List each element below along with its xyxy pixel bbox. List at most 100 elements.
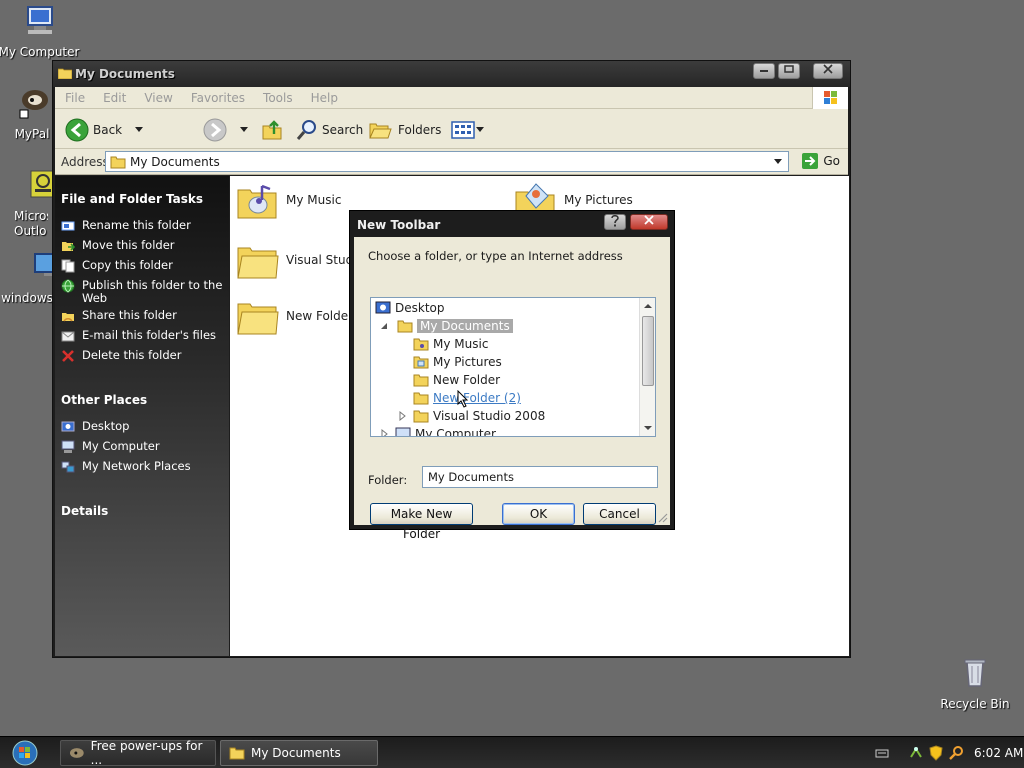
question-icon	[611, 214, 619, 227]
tree-scrollbar[interactable]	[639, 298, 655, 436]
search-button[interactable]: Search	[295, 117, 363, 143]
menu-edit[interactable]: Edit	[93, 87, 134, 105]
tree-item-desktop[interactable]: Desktop	[375, 299, 445, 317]
task-email-files[interactable]: E-mail this folder's files	[61, 329, 227, 343]
forward-arrow-icon	[203, 118, 227, 142]
network-tray-icon[interactable]	[908, 745, 924, 761]
tree-label: My Pictures	[433, 355, 502, 369]
file-item[interactable]: My Music	[236, 180, 341, 220]
folder-icon	[229, 747, 245, 760]
menu-file[interactable]: File	[55, 87, 93, 105]
scroll-down-icon[interactable]	[640, 421, 656, 435]
menu-tools[interactable]: Tools	[253, 87, 301, 105]
taskbar-item-my-documents[interactable]: My Documents	[220, 740, 378, 766]
mypal-icon	[19, 90, 48, 119]
folder-tree[interactable]: Desktop My Documents My Music My Picture…	[370, 297, 656, 437]
scroll-thumb[interactable]	[642, 316, 654, 386]
chevron-down-icon[interactable]	[237, 126, 251, 134]
file-item[interactable]: New Folder	[236, 296, 353, 336]
tree-label-selected: My Documents	[417, 319, 513, 333]
make-new-folder-button[interactable]: Make New Folder	[370, 503, 473, 541]
file-folder-tasks-heading[interactable]: File and Folder Tasks	[61, 192, 203, 206]
place-network[interactable]: My Network Places	[61, 460, 227, 474]
task-copy-folder[interactable]: Copy this folder	[61, 259, 227, 273]
desktop-icon	[61, 421, 75, 432]
folder-input[interactable]: My Documents	[422, 466, 658, 488]
menu-view[interactable]: View	[134, 87, 180, 105]
place-desktop[interactable]: Desktop	[61, 420, 227, 434]
delete-icon	[62, 350, 74, 362]
computer-icon	[61, 440, 75, 453]
shield-icon[interactable]	[928, 745, 944, 761]
minimize-button[interactable]	[753, 63, 775, 79]
file-item[interactable]: Visual Studi	[236, 240, 357, 280]
up-folder-icon	[262, 120, 282, 140]
task-share-folder[interactable]: Share this folder	[61, 309, 227, 323]
search-icon[interactable]	[948, 745, 964, 761]
task-label: Move this folder	[82, 238, 175, 252]
ok-button[interactable]: OK	[502, 503, 575, 525]
dialog-instruction: Choose a folder, or type an Internet add…	[368, 249, 623, 263]
folder-icon	[58, 68, 72, 79]
folders-button[interactable]: Folders	[368, 117, 441, 143]
desktop-icon-my-computer[interactable]: My Computer	[0, 4, 84, 59]
place-my-computer[interactable]: My Computer	[61, 440, 227, 454]
back-button[interactable]: Back	[65, 117, 146, 143]
task-move-folder[interactable]: Move this folder	[61, 239, 227, 253]
tree-item-my-music[interactable]: My Music	[413, 335, 488, 353]
standard-toolbar: Back Search Folders	[55, 109, 848, 149]
clock[interactable]: 6:02 AM	[974, 746, 1023, 760]
taskbar-item-browser[interactable]: Free power-ups for ...	[60, 739, 216, 767]
network-icon	[61, 461, 75, 473]
mouse-cursor-icon	[457, 390, 469, 408]
details-heading[interactable]: Details	[61, 504, 108, 518]
task-label: Copy this folder	[82, 258, 173, 272]
taskbar-item-label: My Documents	[251, 746, 341, 760]
tree-item-visual-studio[interactable]: Visual Studio 2008	[397, 407, 545, 425]
forward-button[interactable]	[203, 117, 251, 143]
collapse-arrow-icon[interactable]	[379, 321, 389, 331]
tree-item-new-folder[interactable]: New Folder	[413, 371, 500, 389]
dialog-close-button[interactable]	[630, 214, 668, 230]
close-button[interactable]	[813, 63, 843, 79]
share-icon	[62, 313, 74, 322]
pictures-folder-icon	[413, 356, 429, 369]
task-rename-folder[interactable]: Rename this folder	[61, 219, 227, 233]
chevron-down-icon[interactable]	[475, 126, 485, 134]
task-delete-folder[interactable]: Delete this folder	[61, 349, 227, 363]
chevron-down-icon[interactable]	[132, 126, 146, 134]
windows-orb-icon	[12, 740, 38, 766]
task-publish-folder[interactable]: Publish this folder to the Web	[61, 279, 227, 305]
folders-icon	[369, 123, 392, 139]
chevron-down-icon[interactable]	[772, 158, 784, 166]
start-button[interactable]	[4, 739, 46, 767]
back-label: Back	[93, 123, 123, 137]
keyboard-icon[interactable]	[874, 745, 890, 761]
tree-item-my-documents[interactable]: My Documents	[379, 317, 513, 335]
resize-grip-icon[interactable]	[656, 511, 668, 523]
menu-favorites[interactable]: Favorites	[181, 87, 253, 105]
explorer-titlebar[interactable]: My Documents	[53, 61, 850, 87]
dialog-title: New Toolbar	[357, 218, 441, 232]
go-button[interactable]: Go	[801, 152, 840, 170]
expand-arrow-icon[interactable]	[379, 429, 389, 437]
views-button[interactable]	[451, 117, 485, 143]
menu-help[interactable]: Help	[301, 87, 346, 105]
tree-item-my-pictures[interactable]: My Pictures	[413, 353, 502, 371]
computer-icon	[27, 6, 53, 34]
other-places-heading[interactable]: Other Places	[61, 393, 147, 407]
desktop-icon-recycle-bin[interactable]: Recycle Bin	[930, 656, 1020, 711]
expand-arrow-icon[interactable]	[397, 411, 407, 421]
music-folder-icon	[237, 184, 277, 219]
scroll-up-icon[interactable]	[640, 299, 656, 313]
folders-label: Folders	[398, 123, 442, 137]
address-input[interactable]: My Documents	[105, 151, 789, 172]
tree-item-my-computer[interactable]: My Computer	[379, 425, 496, 437]
dialog-titlebar[interactable]: New Toolbar	[350, 211, 674, 237]
desktop-icon-label: Recycle Bin	[940, 697, 1010, 711]
menu-bar: File Edit View Favorites Tools Help	[55, 87, 848, 109]
up-folder-button[interactable]	[261, 117, 283, 143]
maximize-button[interactable]	[778, 63, 800, 79]
cancel-button[interactable]: Cancel	[583, 503, 656, 525]
help-button[interactable]	[604, 214, 626, 230]
